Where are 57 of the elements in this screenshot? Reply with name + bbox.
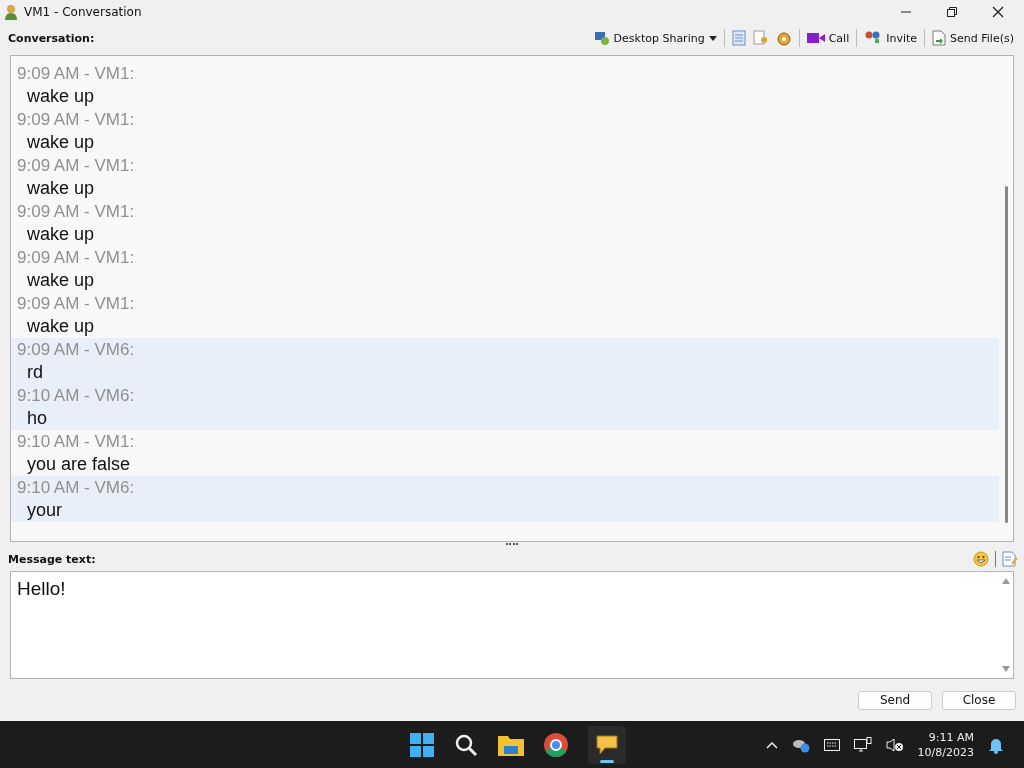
- conversation-label: Conversation:: [8, 31, 95, 45]
- clock-date[interactable]: 10/8/2023: [917, 744, 974, 760]
- network-icon[interactable]: [853, 736, 872, 753]
- scroll-down-icon[interactable]: [1002, 666, 1010, 672]
- monitor-icon: [593, 30, 610, 46]
- message-label: Message text:: [8, 552, 96, 566]
- message-text: wake up: [26, 269, 96, 292]
- desktop-sharing-dropdown[interactable]: Desktop Sharing: [591, 28, 719, 48]
- dialog-button[interactable]: Close: [942, 690, 1016, 710]
- user-icon: [4, 4, 18, 20]
- message-header: 9:09 AM - VM1:: [17, 155, 136, 177]
- speaker-muted-icon[interactable]: [885, 736, 904, 753]
- message-text: ho: [26, 407, 49, 430]
- message-text: wake up: [26, 131, 96, 154]
- message-input[interactable]: Hello!: [10, 571, 1014, 679]
- clock-time[interactable]: 9:11 AM: [928, 729, 974, 745]
- smiley-icon[interactable]: [973, 551, 989, 567]
- toolbar-button[interactable]: Invite: [862, 28, 920, 48]
- splitter-grip[interactable]: [506, 543, 518, 547]
- search-icon[interactable]: [454, 732, 478, 757]
- taskbar-app-button[interactable]: [588, 725, 626, 764]
- message-header: 9:10 AM - VM6:: [17, 477, 136, 499]
- scrollbar-thumb[interactable]: [1005, 186, 1008, 523]
- message-text: wake up: [26, 177, 96, 200]
- message-text: wake up: [26, 315, 96, 338]
- message-header: 9:09 AM - VM1:: [17, 247, 136, 269]
- toolbar-button[interactable]: Call: [804, 29, 852, 47]
- send-file-icon: [932, 30, 947, 46]
- notes-icon: [731, 30, 746, 46]
- close-icon[interactable]: [992, 6, 1004, 18]
- browser-icon[interactable]: [544, 732, 568, 757]
- speech-bubble-icon: [595, 732, 619, 757]
- message-header: 9:09 AM - VM1:: [17, 293, 136, 315]
- maximize-icon[interactable]: [946, 6, 958, 18]
- message-text: wake up: [26, 223, 96, 246]
- scroll-up-icon[interactable]: [1002, 578, 1010, 584]
- message-text: your: [26, 499, 63, 522]
- message-header: 9:09 AM - VM6:: [17, 339, 136, 361]
- message-header: 9:09 AM - VM1:: [17, 109, 136, 131]
- window-title: VM1 - Conversation: [24, 5, 143, 19]
- video-camera-icon: [806, 32, 825, 44]
- folder-icon[interactable]: [498, 733, 524, 756]
- message-text: rd: [26, 361, 44, 384]
- start-icon[interactable]: [410, 732, 434, 757]
- caret-icon: [708, 35, 717, 41]
- message-text: you are false: [26, 453, 132, 476]
- gear-icon: [775, 30, 792, 46]
- keyboard-icon[interactable]: [823, 738, 840, 751]
- message-header: 9:09 AM - VM1:: [17, 63, 136, 85]
- message-text: wake up: [26, 85, 96, 108]
- toolbar-button[interactable]: Send File(s): [930, 28, 1016, 48]
- message-header: 9:10 AM - VM6:: [17, 385, 136, 407]
- message-header: 9:09 AM - VM1:: [17, 201, 136, 223]
- dialog-button[interactable]: Send: [858, 690, 932, 710]
- chevron-up-icon[interactable]: [765, 740, 778, 749]
- contact-card-icon: [752, 30, 769, 46]
- message-header: 9:10 AM - VM1:: [17, 431, 136, 453]
